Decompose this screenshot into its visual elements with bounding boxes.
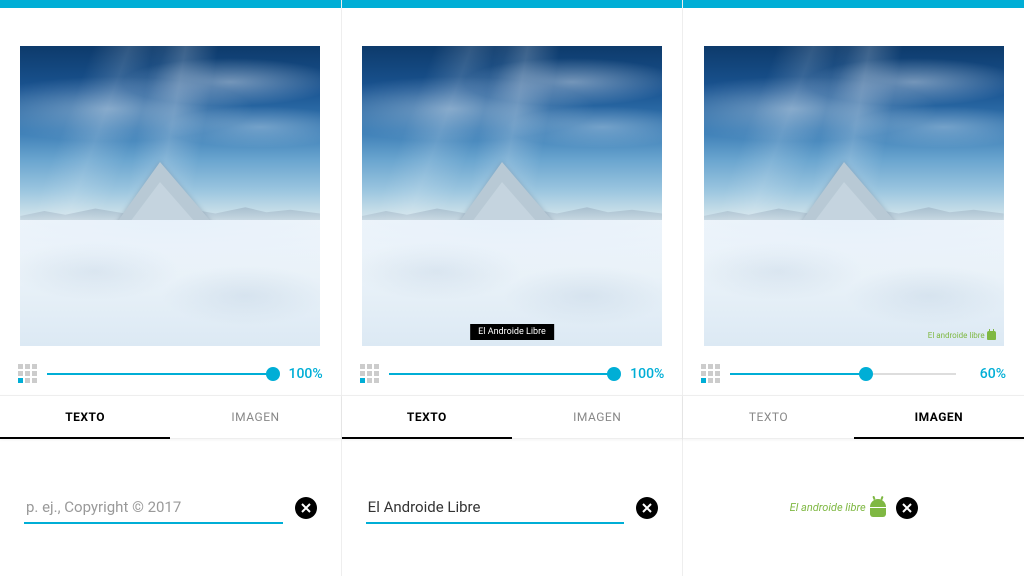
- clear-icon[interactable]: [295, 497, 317, 519]
- opacity-slider-row: 100%: [342, 364, 683, 395]
- android-icon: [987, 331, 996, 340]
- watermark-tabs: TEXTO IMAGEN: [0, 395, 341, 439]
- input-area: El androide libre: [683, 439, 1024, 576]
- preview-image[interactable]: El Androide Libre: [362, 46, 662, 346]
- opacity-slider-row: 60%: [683, 364, 1024, 395]
- app-topbar: [0, 0, 341, 8]
- opacity-slider[interactable]: [730, 365, 956, 383]
- watermark-image-thumbnail[interactable]: El androide libre: [790, 499, 886, 517]
- image-preview-area: El Androide Libre: [342, 8, 683, 364]
- panel-3: El androide libre 60% TEXTO IMAGEN: [683, 0, 1024, 576]
- opacity-slider[interactable]: [47, 365, 273, 383]
- app-topbar: [683, 0, 1024, 8]
- position-grid-icon[interactable]: [360, 364, 379, 383]
- app-topbar: [342, 0, 683, 8]
- opacity-slider[interactable]: [389, 365, 615, 383]
- watermark-text-input[interactable]: [366, 492, 625, 524]
- watermark-text-input[interactable]: [24, 492, 283, 524]
- opacity-value: 100%: [624, 366, 664, 382]
- image-preview-area: El androide libre: [683, 8, 1024, 364]
- android-icon: [870, 499, 886, 517]
- tab-texto[interactable]: TEXTO: [683, 396, 853, 438]
- watermark-tabs: TEXTO IMAGEN: [683, 395, 1024, 439]
- preview-image[interactable]: [20, 46, 320, 346]
- watermark-tabs: TEXTO IMAGEN: [342, 395, 683, 439]
- tab-imagen[interactable]: IMAGEN: [854, 396, 1024, 438]
- watermark-overlay-image: El androide libre: [928, 331, 996, 340]
- image-preview-area: [0, 8, 341, 364]
- tab-imagen[interactable]: IMAGEN: [512, 396, 682, 438]
- position-grid-icon[interactable]: [18, 364, 37, 383]
- screenshot-container: 100% TEXTO IMAGEN El: [0, 0, 1024, 576]
- tab-texto[interactable]: TEXTO: [0, 396, 170, 438]
- input-area: [0, 439, 341, 576]
- position-grid-icon[interactable]: [701, 364, 720, 383]
- watermark-overlay-text: El Androide Libre: [470, 324, 554, 340]
- tab-texto[interactable]: TEXTO: [342, 396, 512, 438]
- opacity-value: 60%: [966, 366, 1006, 382]
- input-area: [342, 439, 683, 576]
- opacity-value: 100%: [283, 366, 323, 382]
- clear-icon[interactable]: [636, 497, 658, 519]
- panel-1: 100% TEXTO IMAGEN: [0, 0, 342, 576]
- preview-image[interactable]: El androide libre: [704, 46, 1004, 346]
- opacity-slider-row: 100%: [0, 364, 341, 395]
- panel-2: El Androide Libre 100% TEXTO IMAGEN: [342, 0, 684, 576]
- clear-icon[interactable]: [896, 497, 918, 519]
- tab-imagen[interactable]: IMAGEN: [170, 396, 340, 438]
